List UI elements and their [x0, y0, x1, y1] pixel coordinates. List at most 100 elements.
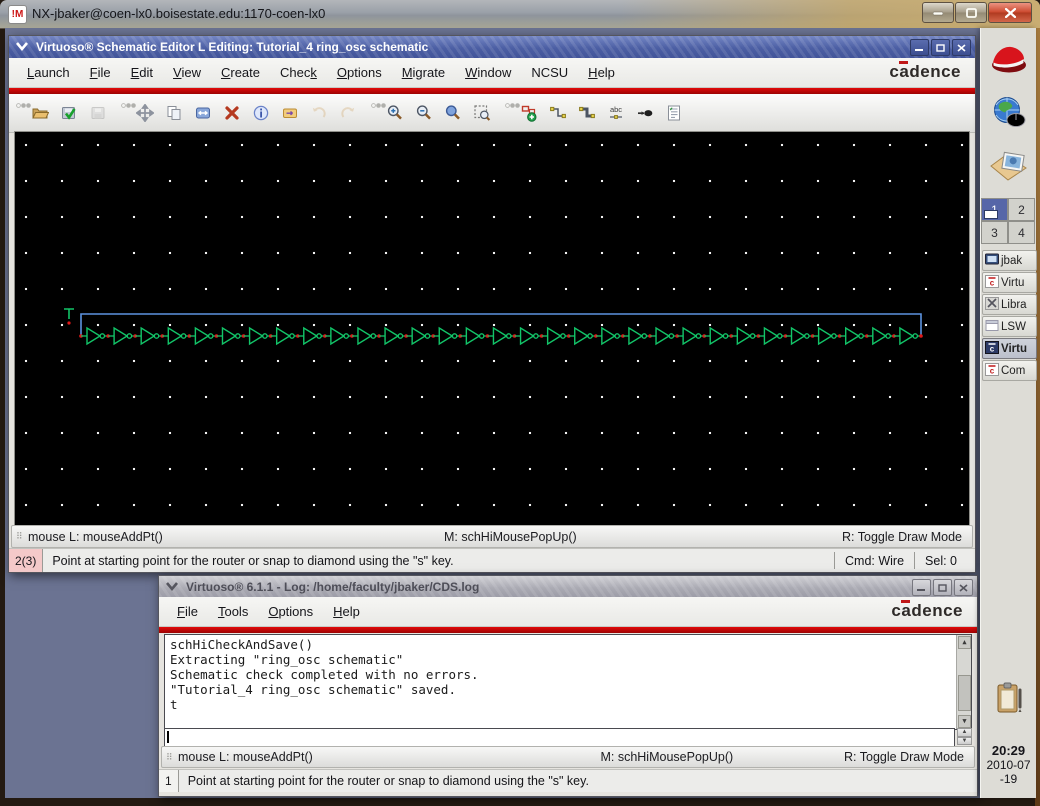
property-editor-button[interactable] — [660, 100, 687, 127]
inverter-symbol[interactable] — [331, 328, 344, 344]
open-button[interactable] — [26, 100, 53, 127]
inverter-symbol[interactable] — [764, 328, 777, 344]
inverter-symbol[interactable] — [466, 328, 479, 344]
zoom-fit-button[interactable] — [439, 100, 466, 127]
task-button-lsw[interactable]: LSW — [982, 316, 1037, 337]
create-wide-wire-button[interactable] — [573, 100, 600, 127]
zoom-out-button[interactable] — [410, 100, 437, 127]
inverter-symbol[interactable] — [602, 328, 615, 344]
log-window-titlebar[interactable]: Virtuoso® 6.1.1 - Log: /home/faculty/jba… — [159, 576, 977, 597]
navigate-button[interactable] — [276, 100, 303, 127]
create-pin-button[interactable] — [631, 100, 658, 127]
task-button-com[interactable]: cCom — [982, 360, 1037, 381]
minimize-button[interactable] — [922, 2, 954, 23]
ring-oscillator-schematic[interactable] — [15, 132, 969, 525]
inverter-symbol[interactable] — [277, 328, 290, 344]
close-button[interactable] — [952, 39, 971, 56]
move-button[interactable] — [131, 100, 158, 127]
inverter-symbol[interactable] — [846, 328, 859, 344]
workspace-4[interactable]: 4 — [1008, 221, 1035, 244]
inverter-symbol[interactable] — [358, 328, 371, 344]
zoom-in-button[interactable] — [381, 100, 408, 127]
log-scrollbar[interactable]: ▲ ▼ — [956, 635, 971, 729]
mail-icon[interactable] — [987, 144, 1031, 190]
inverter-symbol[interactable] — [656, 328, 669, 344]
spin-down-icon[interactable]: ▼ — [957, 737, 972, 746]
minimize-button[interactable] — [910, 39, 929, 56]
inverter-symbol[interactable] — [250, 328, 263, 344]
inverter-symbol[interactable] — [304, 328, 317, 344]
schematic-menu-window[interactable]: Window — [455, 61, 521, 84]
schematic-menu-help[interactable]: Help — [578, 61, 625, 84]
input-history-spinner[interactable]: ▲ ▼ — [957, 728, 972, 745]
maximize-button[interactable] — [931, 39, 950, 56]
inverter-symbol[interactable] — [114, 328, 127, 344]
window-menu-chevron-icon[interactable] — [15, 41, 29, 53]
window-menu-chevron-icon[interactable] — [165, 581, 179, 593]
info-button[interactable] — [247, 100, 274, 127]
scroll-up-icon[interactable]: ▲ — [958, 636, 971, 649]
inverter-symbol[interactable] — [168, 328, 181, 344]
inverter-symbol[interactable] — [439, 328, 452, 344]
inverter-symbol[interactable] — [141, 328, 154, 344]
inverter-symbol[interactable] — [873, 328, 886, 344]
workspace-2[interactable]: 2 — [1008, 198, 1035, 221]
inverter-symbol[interactable] — [222, 328, 235, 344]
inverter-symbol[interactable] — [792, 328, 805, 344]
schematic-menu-view[interactable]: View — [163, 61, 211, 84]
minimize-button[interactable] — [912, 579, 931, 596]
close-button[interactable] — [954, 579, 973, 596]
maximize-button[interactable] — [955, 2, 987, 23]
inverter-symbol[interactable] — [87, 328, 100, 344]
log-menu-file[interactable]: File — [167, 600, 208, 623]
inverter-symbol[interactable] — [521, 328, 534, 344]
schematic-menu-launch[interactable]: Launch — [17, 61, 80, 84]
inverter-symbol[interactable] — [493, 328, 506, 344]
inverter-symbol[interactable] — [629, 328, 642, 344]
inverter-symbol[interactable] — [548, 328, 561, 344]
schematic-menu-migrate[interactable]: Migrate — [392, 61, 455, 84]
redhat-menu-icon[interactable] — [987, 36, 1031, 82]
inverter-symbol[interactable] — [819, 328, 832, 344]
inverter-symbol[interactable] — [385, 328, 398, 344]
log-menu-options[interactable]: Options — [258, 600, 323, 623]
stretch-button[interactable] — [189, 100, 216, 127]
web-browser-icon[interactable] — [987, 90, 1031, 136]
schematic-menu-check[interactable]: Check — [270, 61, 327, 84]
junction-dot[interactable] — [919, 334, 923, 338]
task-button-libra[interactable]: Libra — [982, 294, 1037, 315]
schematic-menu-options[interactable]: Options — [327, 61, 392, 84]
inverter-symbol[interactable] — [737, 328, 750, 344]
panel-clock[interactable]: 20:29 2010-07 -19 — [981, 743, 1036, 786]
inverter-symbol[interactable] — [710, 328, 723, 344]
scroll-thumb[interactable] — [958, 675, 971, 711]
scroll-down-icon[interactable]: ▼ — [958, 715, 971, 728]
maximize-button[interactable] — [933, 579, 952, 596]
log-command-input[interactable] — [164, 728, 955, 747]
schematic-menu-ncsu[interactable]: NCSU — [521, 61, 578, 84]
copy-button[interactable] — [160, 100, 187, 127]
input-marker-T[interactable] — [64, 309, 74, 319]
delete-button[interactable] — [218, 100, 245, 127]
spin-up-icon[interactable]: ▲ — [957, 728, 972, 737]
schematic-canvas[interactable] — [14, 131, 970, 526]
log-menu-tools[interactable]: Tools — [208, 600, 258, 623]
schematic-menu-edit[interactable]: Edit — [121, 61, 163, 84]
workspace-1[interactable]: 1 — [981, 198, 1008, 221]
create-wire-button[interactable] — [544, 100, 571, 127]
task-button-jbak[interactable]: jbak — [982, 250, 1037, 271]
clipboard-icon[interactable] — [991, 681, 1027, 715]
task-button-virtu[interactable]: cVirtu — [982, 272, 1037, 293]
inverter-symbol[interactable] — [575, 328, 588, 344]
close-button[interactable] — [988, 2, 1032, 23]
schematic-menu-file[interactable]: File — [80, 61, 121, 84]
nx-window-titlebar[interactable]: !M NX-jbaker@coen-lx0.boisestate.edu:117… — [0, 0, 1040, 29]
inverter-symbol[interactable] — [412, 328, 425, 344]
inverter-symbol[interactable] — [900, 328, 913, 344]
create-wire-name-button[interactable]: abc — [602, 100, 629, 127]
inverter-symbol[interactable] — [195, 328, 208, 344]
task-button-virtu[interactable]: cVirtu — [982, 338, 1037, 359]
schematic-window-titlebar[interactable]: Virtuoso® Schematic Editor L Editing: Tu… — [9, 36, 975, 58]
marker-junction-dot[interactable] — [67, 321, 70, 324]
log-menu-help[interactable]: Help — [323, 600, 370, 623]
